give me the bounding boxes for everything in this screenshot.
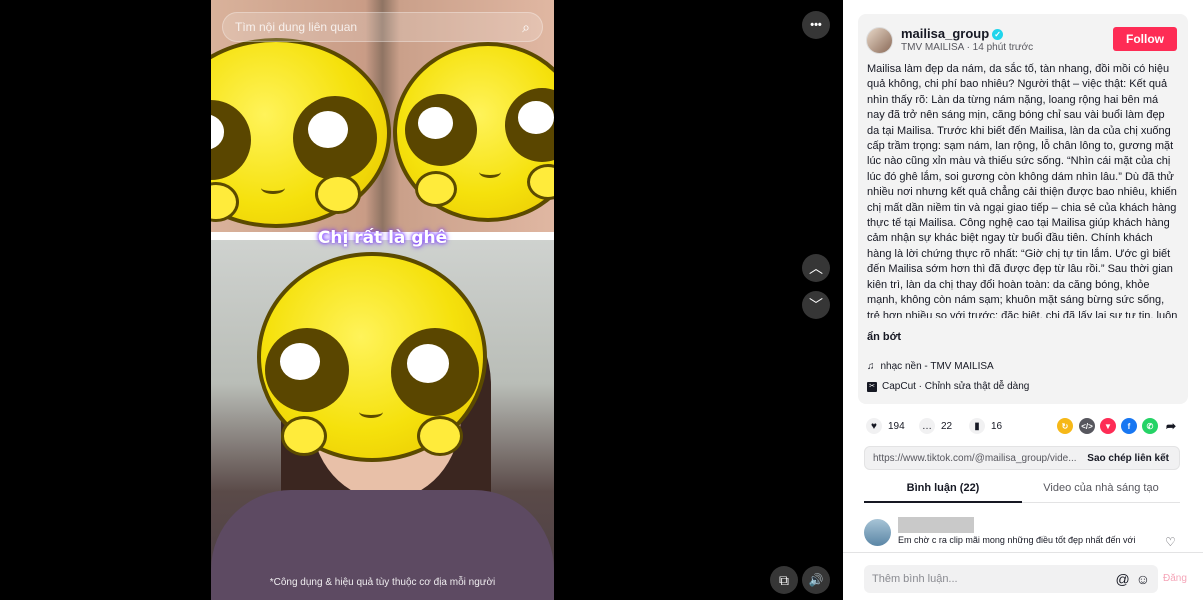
comment-stat[interactable]: … 22 bbox=[919, 418, 952, 434]
capcut-icon: ✂ bbox=[867, 381, 877, 392]
music-row[interactable]: ♫ nhạc nền - TMV MAILISA bbox=[867, 361, 994, 372]
capcut-label[interactable]: CapCut · Chỉnh sửa thật dễ dàng bbox=[882, 381, 1029, 392]
video-caption: Chị rất là ghê bbox=[317, 228, 448, 248]
post-comment-button[interactable]: Đăng bbox=[1163, 573, 1187, 584]
video-disclaimer: *Công dụng & hiệu quả tùy thuộc cơ địa m… bbox=[269, 577, 496, 588]
related-search-bar[interactable]: ⌕ bbox=[222, 12, 543, 42]
tab-comments[interactable]: Bình luận (22) bbox=[864, 482, 1022, 502]
tab-creator-videos[interactable]: Video của nhà sáng tạo bbox=[1022, 482, 1180, 502]
share-arrow-icon[interactable]: ➦ bbox=[1163, 418, 1179, 434]
verified-icon: ✓ bbox=[992, 29, 1004, 40]
previous-video-button[interactable]: ︿ bbox=[802, 254, 830, 282]
author-avatar[interactable] bbox=[866, 27, 893, 54]
emoji-sticker bbox=[257, 252, 487, 462]
search-icon[interactable]: ⌕ bbox=[522, 19, 530, 36]
send-to-friends-icon[interactable]: ▼ bbox=[1100, 418, 1116, 434]
share-link-box: https://www.tiktok.com/@mailisa_group/vi… bbox=[864, 446, 1180, 470]
music-label[interactable]: nhạc nền - TMV MAILISA bbox=[881, 361, 994, 372]
commenter-name-redacted bbox=[898, 517, 974, 533]
mention-icon[interactable]: @ bbox=[1115, 571, 1129, 587]
video-description: Mailisa làm đẹp da nám, da sắc tố, tàn n… bbox=[867, 63, 1178, 318]
comment-input[interactable] bbox=[872, 573, 1110, 585]
commenter-avatar[interactable] bbox=[864, 519, 891, 546]
comment-icon[interactable]: … bbox=[919, 418, 935, 434]
author-username[interactable]: mailisa_group bbox=[901, 26, 989, 41]
music-note-icon: ♫ bbox=[867, 361, 875, 372]
copy-link-button[interactable]: Sao chép liên kết bbox=[1077, 453, 1179, 464]
search-input[interactable] bbox=[235, 20, 523, 34]
next-video-button[interactable]: ﹀ bbox=[802, 291, 830, 319]
emoji-icon[interactable]: ☺ bbox=[1136, 571, 1150, 587]
whatsapp-icon[interactable]: ✆ bbox=[1142, 418, 1158, 434]
embed-icon[interactable]: </> bbox=[1079, 418, 1095, 434]
save-stat[interactable]: ▮ 16 bbox=[969, 418, 1002, 434]
follow-button[interactable]: Follow bbox=[1113, 27, 1177, 51]
volume-button[interactable]: 🔊 bbox=[802, 566, 830, 594]
active-tab-indicator bbox=[864, 501, 1022, 503]
comment-like-icon[interactable]: ♡ bbox=[1165, 535, 1176, 549]
like-stat[interactable]: ♥ 194 bbox=[866, 418, 905, 434]
repost-icon[interactable]: ↻ bbox=[1057, 418, 1073, 434]
bookmark-icon[interactable]: ▮ bbox=[969, 418, 985, 434]
more-options-button[interactable]: ••• bbox=[802, 11, 830, 39]
video-player[interactable]: Chị rất là ghê *Công dụng & hiệu quả tùy… bbox=[211, 0, 554, 600]
comment-input-box[interactable]: @ ☺ bbox=[864, 565, 1158, 593]
author-subtitle: TMV MAILISA · 14 phút trước bbox=[901, 42, 1034, 53]
capcut-row[interactable]: ✂ CapCut · Chỉnh sửa thật dễ dàng bbox=[867, 381, 1029, 392]
comment-text: Em chờ c ra clip mãi mong những điều tốt… bbox=[898, 535, 1136, 545]
like-count: 194 bbox=[888, 420, 905, 432]
heart-icon[interactable]: ♥ bbox=[866, 418, 882, 434]
picture-in-picture-button[interactable]: ⧉ bbox=[770, 566, 798, 594]
author-username-row[interactable]: mailisa_group ✓ bbox=[901, 26, 1004, 41]
comment-count: 22 bbox=[941, 420, 953, 432]
share-link-url[interactable]: https://www.tiktok.com/@mailisa_group/vi… bbox=[865, 453, 1077, 464]
facebook-icon[interactable]: f bbox=[1121, 418, 1137, 434]
show-less-link[interactable]: ẩn bớt bbox=[867, 331, 901, 343]
save-count: 16 bbox=[991, 420, 1003, 432]
